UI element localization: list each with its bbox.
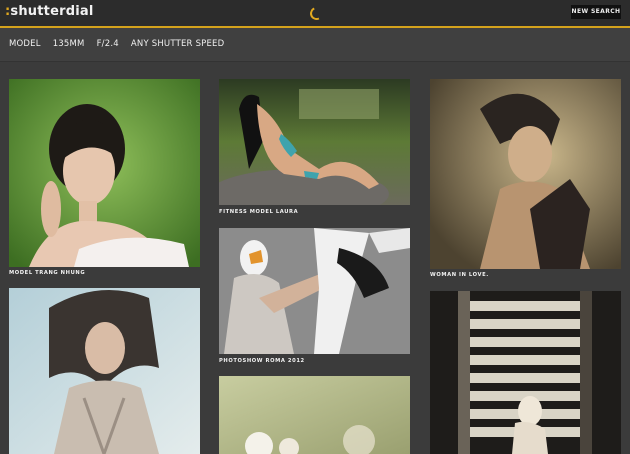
photo-grid: MODEL TRANG NHUNG FITNESS MODEL LAURA PH… xyxy=(0,62,630,454)
photo-dance-show[interactable] xyxy=(219,228,410,354)
photo-card[interactable]: PHOTOSHOW ROMA 2012 xyxy=(219,228,410,366)
photo-caption: WOMAN IN LOVE. xyxy=(430,272,489,278)
photo-card[interactable]: FITNESS MODEL LAURA xyxy=(219,79,410,217)
photo-staircase[interactable] xyxy=(430,291,621,454)
photo-caption: PHOTOSHOW ROMA 2012 xyxy=(219,358,305,364)
filter-model[interactable]: MODEL xyxy=(9,39,41,49)
photo-fashion-portrait[interactable] xyxy=(9,288,200,454)
filter-shutter-speed[interactable]: ANY SHUTTER SPEED xyxy=(131,39,225,49)
photo-card[interactable] xyxy=(9,288,200,454)
photo-card[interactable] xyxy=(219,376,410,454)
photo-card[interactable] xyxy=(430,291,621,454)
new-search-button[interactable]: NEW SEARCH xyxy=(571,5,621,19)
site-logo[interactable]: :shutterdial xyxy=(5,4,94,19)
photo-fitness-model[interactable] xyxy=(219,79,410,205)
filter-aperture[interactable]: F/2.4 xyxy=(97,39,119,49)
filter-focal-length[interactable]: 135MM xyxy=(53,39,85,49)
photo-card[interactable]: WOMAN IN LOVE. xyxy=(430,79,621,281)
loading-spinner-icon xyxy=(308,5,325,22)
photo-caption: MODEL TRANG NHUNG xyxy=(9,270,86,276)
filter-bar: MODEL 135MM F/2.4 ANY SHUTTER SPEED xyxy=(0,28,630,62)
photo-flowers[interactable] xyxy=(219,376,410,454)
photo-model-portrait[interactable] xyxy=(9,79,200,267)
top-bar: :shutterdial NEW SEARCH xyxy=(0,0,630,28)
photo-caption: FITNESS MODEL LAURA xyxy=(219,209,299,215)
photo-card[interactable]: MODEL TRANG NHUNG xyxy=(9,79,200,281)
photo-woman-in-love[interactable] xyxy=(430,79,621,269)
